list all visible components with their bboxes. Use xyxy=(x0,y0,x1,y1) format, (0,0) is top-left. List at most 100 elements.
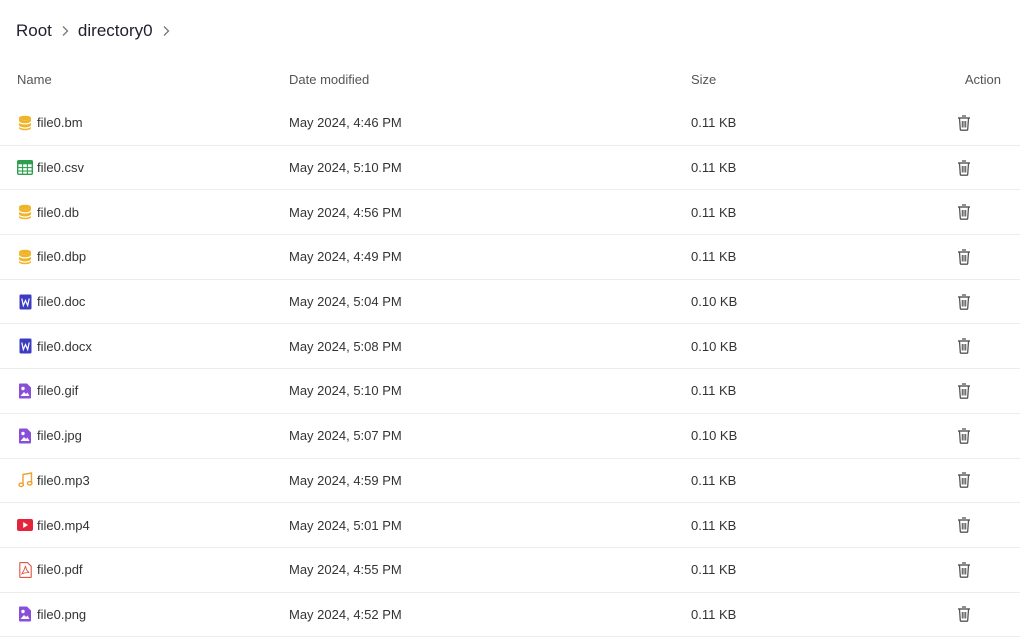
cell-date-modified: May 2024, 4:52 PM xyxy=(289,606,402,622)
table-row[interactable]: file0.pdf May 2024, 4:55 PM 0.11 KB xyxy=(0,548,1020,593)
cell-name: file0.doc xyxy=(0,294,289,310)
cell-action xyxy=(927,561,1020,578)
cell-name: file0.bm xyxy=(0,115,289,131)
breadcrumb-root[interactable]: Root xyxy=(16,21,52,41)
database-icon xyxy=(17,115,33,131)
cell-date-modified: May 2024, 4:46 PM xyxy=(289,115,402,131)
cell-date-modified: May 2024, 5:07 PM xyxy=(289,428,402,444)
table-row[interactable]: file0.bm May 2024, 4:46 PM 0.11 KB xyxy=(0,101,1020,146)
chevron-right-icon xyxy=(61,25,69,37)
file-name-link[interactable]: file0.db xyxy=(37,205,79,220)
file-name-link[interactable]: file0.gif xyxy=(37,383,78,398)
table-row[interactable]: file0.jpg May 2024, 5:07 PM 0.10 KB xyxy=(0,414,1020,459)
table-row[interactable]: file0.docx May 2024, 5:08 PM 0.10 KB xyxy=(0,324,1020,370)
cell-name: file0.csv xyxy=(0,160,289,176)
cell-action xyxy=(927,606,1020,623)
cell-size: 0.10 KB xyxy=(691,294,738,310)
trash-icon[interactable] xyxy=(956,338,972,355)
table-row[interactable]: file0.gif May 2024, 5:10 PM 0.11 KB xyxy=(0,369,1020,414)
cell-action xyxy=(927,248,1020,265)
cell-action xyxy=(927,338,1020,355)
video-play-icon xyxy=(17,517,33,533)
trash-icon[interactable] xyxy=(956,606,972,623)
table-row[interactable]: file0.png May 2024, 4:52 PM 0.11 KB xyxy=(0,593,1020,638)
cell-action xyxy=(927,427,1020,444)
file-name-link[interactable]: file0.doc xyxy=(37,294,85,309)
trash-icon[interactable] xyxy=(956,204,972,221)
header-name[interactable]: Name xyxy=(0,72,289,87)
trash-icon[interactable] xyxy=(956,517,972,534)
file-browser: Root directory0 Name Date modified Size … xyxy=(0,0,1020,638)
image-file-icon xyxy=(17,606,33,622)
cell-size: 0.11 KB xyxy=(691,160,737,176)
file-name-link[interactable]: file0.docx xyxy=(37,339,92,354)
cell-name: file0.pdf xyxy=(0,561,289,578)
cell-date-modified: May 2024, 5:04 PM xyxy=(289,294,402,310)
table-row[interactable]: file0.csv May 2024, 5:10 PM 0.11 KB xyxy=(0,146,1020,191)
file-name-link[interactable]: file0.mp3 xyxy=(37,473,90,488)
cell-name: file0.mp3 xyxy=(0,472,289,488)
cell-size: 0.11 KB xyxy=(691,562,737,578)
cell-size: 0.10 KB xyxy=(691,428,738,444)
trash-icon[interactable] xyxy=(956,159,972,176)
cell-date-modified: May 2024, 5:08 PM xyxy=(289,338,402,354)
database-icon xyxy=(17,204,33,220)
cell-name: file0.db xyxy=(0,204,289,220)
cell-size: 0.11 KB xyxy=(691,383,737,399)
database-icon xyxy=(17,249,33,265)
table-row[interactable]: file0.mp3 May 2024, 4:59 PM 0.11 KB xyxy=(0,459,1020,504)
cell-action xyxy=(927,472,1020,489)
spreadsheet-icon xyxy=(17,160,33,176)
table-row[interactable]: file0.mp4 May 2024, 5:01 PM 0.11 KB xyxy=(0,503,1020,548)
table-row[interactable]: file0.dbp May 2024, 4:49 PM 0.11 KB xyxy=(0,235,1020,280)
breadcrumb: Root directory0 xyxy=(16,19,179,43)
trash-icon[interactable] xyxy=(956,472,972,489)
file-name-link[interactable]: file0.bm xyxy=(37,115,83,130)
cell-size: 0.10 KB xyxy=(691,338,738,354)
cell-date-modified: May 2024, 4:55 PM xyxy=(289,562,402,578)
trash-icon[interactable] xyxy=(956,248,972,265)
cell-size: 0.11 KB xyxy=(691,249,737,265)
cell-size: 0.11 KB xyxy=(691,204,737,220)
cell-date-modified: May 2024, 5:10 PM xyxy=(289,383,402,399)
trash-icon[interactable] xyxy=(956,293,972,310)
cell-name: file0.gif xyxy=(0,383,289,399)
file-table: Name Date modified Size Action file0.bm … xyxy=(0,57,1020,638)
cell-date-modified: May 2024, 5:10 PM xyxy=(289,160,402,176)
table-row[interactable]: file0.doc May 2024, 5:04 PM 0.10 KB xyxy=(0,280,1020,325)
cell-date-modified: May 2024, 4:59 PM xyxy=(289,472,402,488)
cell-name: file0.mp4 xyxy=(0,517,289,533)
file-name-link[interactable]: file0.png xyxy=(37,607,86,622)
chevron-right-icon xyxy=(162,25,170,37)
cell-size: 0.11 KB xyxy=(691,517,737,533)
cell-action xyxy=(927,159,1020,176)
breadcrumb-directory[interactable]: directory0 xyxy=(78,21,153,41)
cell-action xyxy=(927,293,1020,310)
file-name-link[interactable]: file0.mp4 xyxy=(37,518,90,533)
file-name-link[interactable]: file0.pdf xyxy=(37,562,83,577)
word-doc-icon xyxy=(17,294,33,310)
table-row[interactable]: file0.db May 2024, 4:56 PM 0.11 KB xyxy=(0,190,1020,236)
trash-icon[interactable] xyxy=(956,427,972,444)
trash-icon[interactable] xyxy=(956,114,972,131)
image-file-icon xyxy=(17,383,33,399)
cell-date-modified: May 2024, 5:01 PM xyxy=(289,517,402,533)
music-note-icon xyxy=(17,472,33,488)
trash-icon[interactable] xyxy=(956,382,972,399)
file-name-link[interactable]: file0.csv xyxy=(37,160,84,175)
cell-action xyxy=(927,382,1020,399)
cell-action xyxy=(927,204,1020,221)
trash-icon[interactable] xyxy=(956,561,972,578)
cell-date-modified: May 2024, 4:49 PM xyxy=(289,249,402,265)
file-name-link[interactable]: file0.dbp xyxy=(37,249,86,264)
cell-name: file0.docx xyxy=(0,338,289,354)
header-action: Action xyxy=(964,71,1001,87)
cell-size: 0.11 KB xyxy=(691,606,737,622)
header-date-modified[interactable]: Date modified xyxy=(289,72,691,87)
header-size[interactable]: Size xyxy=(691,72,927,87)
cell-size: 0.11 KB xyxy=(691,115,737,131)
file-name-link[interactable]: file0.jpg xyxy=(37,428,82,443)
image-file-icon xyxy=(17,428,33,444)
table-body: file0.bm May 2024, 4:46 PM 0.11 KB file0… xyxy=(0,101,1020,638)
cell-date-modified: May 2024, 4:56 PM xyxy=(289,204,402,220)
